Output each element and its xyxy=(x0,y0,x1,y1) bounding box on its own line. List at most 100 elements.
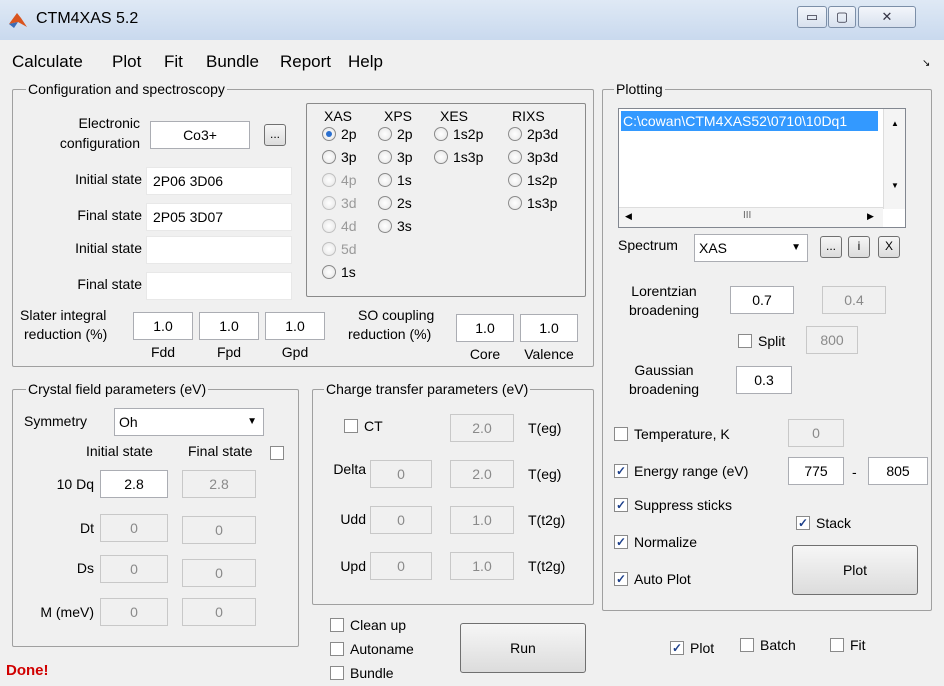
radio-xas-5d[interactable]: 5d xyxy=(322,241,357,257)
spectrum-options-button[interactable]: ... xyxy=(820,236,842,258)
energy-from-input[interactable]: 775 xyxy=(788,457,844,485)
m-final-input[interactable]: 0 xyxy=(182,598,256,626)
radio-rixs-1s2p[interactable]: 1s2p xyxy=(508,172,557,188)
clear-button[interactable]: X xyxy=(878,236,900,258)
radio-xas-3d[interactable]: 3d xyxy=(322,195,357,211)
lorentzian-input[interactable]: 0.7 xyxy=(730,286,794,314)
vertical-scrollbar[interactable]: ▲ ▼ xyxy=(883,109,905,209)
plot-checkbox[interactable]: ✓ Plot xyxy=(670,640,714,656)
initial-state-2-label: Initial state xyxy=(75,240,142,256)
symmetry-select[interactable]: Oh ▼ xyxy=(114,408,264,436)
gpd-input[interactable]: 1.0 xyxy=(265,312,325,340)
run-button[interactable]: Run xyxy=(460,623,586,673)
menu-report[interactable]: Report xyxy=(280,52,331,72)
spectrum-select[interactable]: XAS ▼ xyxy=(694,234,808,262)
fpd-input[interactable]: 1.0 xyxy=(199,312,259,340)
energy-to-input[interactable]: 805 xyxy=(868,457,928,485)
ct-value-input[interactable]: 2.0 xyxy=(450,414,514,442)
auto-plot-checkbox[interactable]: ✓ Auto Plot xyxy=(614,571,691,587)
stack-checkbox[interactable]: ✓ Stack xyxy=(796,515,851,531)
menu-plot[interactable]: Plot xyxy=(112,52,141,72)
menu-calculate[interactable]: Calculate xyxy=(12,52,83,72)
scroll-up-icon[interactable]: ▲ xyxy=(891,119,899,128)
normalize-checkbox[interactable]: ✓ Normalize xyxy=(614,534,697,550)
radio-xps-1s[interactable]: 1s xyxy=(378,172,412,188)
upd-input[interactable]: 0 xyxy=(370,552,432,580)
delta-value-input[interactable]: 2.0 xyxy=(450,460,514,488)
delta-input[interactable]: 0 xyxy=(370,460,432,488)
temperature-input[interactable]: 0 xyxy=(788,419,844,447)
10dq-final-input[interactable]: 2.8 xyxy=(182,470,256,498)
configuration-label: configuration xyxy=(59,135,140,151)
split-checkbox[interactable]: Split xyxy=(738,333,785,349)
radio-rixs-2p3d[interactable]: 2p3d xyxy=(508,126,558,142)
temperature-checkbox[interactable]: Temperature, K xyxy=(614,426,730,442)
file-listbox[interactable]: C:\cowan\CTM4XAS52\0710\10Dq1 ▲ ▼ ◀ III … xyxy=(618,108,906,228)
radio-xes-1s3p[interactable]: 1s3p xyxy=(434,149,483,165)
scroll-thumb-grip[interactable]: III xyxy=(743,210,751,221)
radio-xas-4p[interactable]: 4p xyxy=(322,172,357,188)
fit-checkbox[interactable]: Fit xyxy=(830,637,866,653)
suppress-sticks-checkbox[interactable]: ✓ Suppress sticks xyxy=(614,497,732,513)
electronic-label: Electronic xyxy=(78,115,140,131)
horizontal-scrollbar[interactable]: ◀ III ▶ xyxy=(619,207,883,227)
menu-fit[interactable]: Fit xyxy=(164,52,183,72)
ds-final-input[interactable]: 0 xyxy=(182,559,256,587)
electronic-configuration-input[interactable]: Co3+ xyxy=(150,121,250,149)
scroll-left-icon[interactable]: ◀ xyxy=(625,211,632,222)
scroll-right-icon[interactable]: ▶ xyxy=(867,211,874,222)
radio-xas-1s[interactable]: 1s xyxy=(322,264,356,280)
m-initial-input[interactable]: 0 xyxy=(100,598,168,626)
file-list-item[interactable]: C:\cowan\CTM4XAS52\0710\10Dq1 xyxy=(621,111,878,131)
browse-configuration-button[interactable]: ... xyxy=(264,124,286,146)
dt-initial-input[interactable]: 0 xyxy=(100,514,168,542)
menu-bundle[interactable]: Bundle xyxy=(206,52,259,72)
window-title: CTM4XAS 5.2 xyxy=(36,10,139,27)
radio-xas-4d[interactable]: 4d xyxy=(322,218,357,234)
radio-xps-2s[interactable]: 2s xyxy=(378,195,412,211)
radio-rixs-1s3p[interactable]: 1s3p xyxy=(508,195,557,211)
info-button[interactable]: i xyxy=(848,236,870,258)
initial-state-2-input[interactable] xyxy=(146,236,292,264)
radio-xes-1s2p[interactable]: 1s2p xyxy=(434,126,483,142)
autoname-checkbox[interactable]: Autoname xyxy=(330,641,414,657)
valence-input[interactable]: 1.0 xyxy=(520,314,578,342)
slater-reduction-label: reduction (%) xyxy=(24,326,108,342)
radio-xas-3p[interactable]: 3p xyxy=(322,149,357,165)
menu-help[interactable]: Help xyxy=(348,52,383,72)
close-button[interactable]: ✕ xyxy=(858,6,916,28)
minimize-button[interactable]: ▭ xyxy=(797,6,827,28)
scroll-down-icon[interactable]: ▼ xyxy=(891,181,899,190)
final-state-2-input[interactable] xyxy=(146,272,292,300)
spectrum-value: XAS xyxy=(699,240,728,256)
radio-xps-3p[interactable]: 3p xyxy=(378,149,413,165)
split-input[interactable]: 800 xyxy=(806,326,858,354)
udd-value-input[interactable]: 1.0 xyxy=(450,506,514,534)
core-input[interactable]: 1.0 xyxy=(456,314,514,342)
dt-final-input[interactable]: 0 xyxy=(182,516,256,544)
10dq-initial-input[interactable]: 2.8 xyxy=(100,470,168,498)
lorentzian-second-input[interactable]: 0.4 xyxy=(822,286,886,314)
final-state-checkbox[interactable] xyxy=(270,446,290,460)
toolbar-toggle-icon[interactable]: ↘ xyxy=(922,58,930,69)
gaussian-input[interactable]: 0.3 xyxy=(736,366,792,394)
final-state-input[interactable]: 2P05 3D07 xyxy=(146,203,292,231)
radio-xps-2p[interactable]: 2p xyxy=(378,126,413,142)
radio-xas-2p[interactable]: 2p xyxy=(322,126,357,142)
plot-button[interactable]: Plot xyxy=(792,545,918,595)
initial-state-input[interactable]: 2P06 3D06 xyxy=(146,167,292,195)
udd-input[interactable]: 0 xyxy=(370,506,432,534)
radio-rixs-3p3d[interactable]: 3p3d xyxy=(508,149,558,165)
batch-checkbox[interactable]: Batch xyxy=(740,637,796,653)
maximize-button[interactable]: ▢ xyxy=(828,6,856,28)
ct-checkbox[interactable]: CT xyxy=(344,418,383,434)
upd-value-input[interactable]: 1.0 xyxy=(450,552,514,580)
ds-initial-input[interactable]: 0 xyxy=(100,555,168,583)
energy-range-checkbox[interactable]: ✓ Energy range (eV) xyxy=(614,463,748,479)
fdd-input[interactable]: 1.0 xyxy=(133,312,193,340)
xas-header: XAS xyxy=(324,108,353,124)
bundle-checkbox[interactable]: Bundle xyxy=(330,665,394,681)
cleanup-checkbox[interactable]: Clean up xyxy=(330,617,406,633)
radio-xps-3s[interactable]: 3s xyxy=(378,218,412,234)
crystal-field-title: Crystal field parameters (eV) xyxy=(26,381,209,397)
